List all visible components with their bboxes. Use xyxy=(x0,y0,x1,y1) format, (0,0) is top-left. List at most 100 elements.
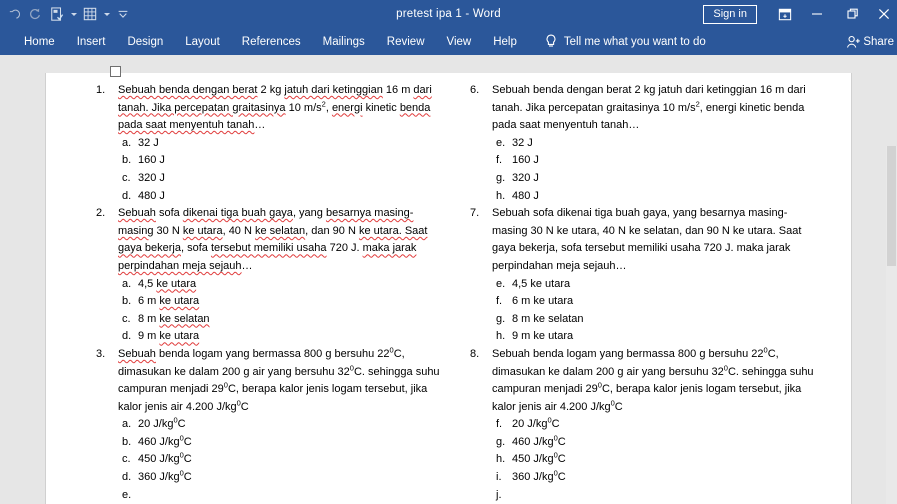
option-text: 460 J/kg0C xyxy=(512,433,566,448)
option-text: 320 J xyxy=(138,171,165,184)
option-letter: f. xyxy=(496,418,503,431)
option-letter: e. xyxy=(122,488,132,501)
question-body: Sebuah benda dengan berat 2 kg jatuh dar… xyxy=(492,82,817,205)
option-text: 160 J xyxy=(512,154,539,167)
sign-in-button[interactable]: Sign in xyxy=(703,4,757,24)
option-text: 32 J xyxy=(138,136,159,149)
tab-references[interactable]: References xyxy=(231,28,312,55)
option-letter: e. xyxy=(496,277,506,290)
tell-me-box[interactable]: Tell me what you want to do xyxy=(542,28,706,55)
option-letter: b. xyxy=(122,435,132,448)
option-letter: i. xyxy=(496,471,502,484)
option-text xyxy=(512,487,817,504)
tab-review[interactable]: Review xyxy=(376,28,436,55)
superscript: 2 xyxy=(321,98,326,108)
answer-option: b. 6 m ke utara xyxy=(118,293,443,311)
superscript: 0 xyxy=(597,380,602,390)
customize-quick-access-toolbar-icon[interactable] xyxy=(112,3,134,25)
option-letter: g. xyxy=(496,435,506,448)
question-column-left: 1. Sebuah benda dengan berat 2 kg jatuh d… xyxy=(96,82,443,504)
vertical-scrollbar-thumb[interactable] xyxy=(887,146,896,266)
option-letter: f. xyxy=(496,154,503,167)
document-canvas[interactable]: 1. Sebuah benda dengan berat 2 kg jatuh d… xyxy=(0,73,897,504)
document-page[interactable]: 1. Sebuah benda dengan berat 2 kg jatuh d… xyxy=(46,73,851,504)
misspelled-text: energi xyxy=(331,101,363,114)
option-letter: j. xyxy=(496,488,502,501)
tab-view[interactable]: View xyxy=(436,28,483,55)
option-letter: f. xyxy=(496,295,503,308)
misspelled-text: ke utara xyxy=(159,330,200,343)
answer-option: a. 20 J/kg0C xyxy=(118,416,443,434)
question-number: 6. xyxy=(470,84,480,96)
tab-design[interactable]: Design xyxy=(116,28,174,55)
option-letter: b. xyxy=(122,154,132,167)
superscript: 0 xyxy=(553,468,558,478)
answer-option: d. 9 m ke utara xyxy=(118,328,443,346)
question-number: 7. xyxy=(470,207,480,220)
tab-home[interactable]: Home xyxy=(13,28,66,55)
misspelled-text: ke selatan xyxy=(159,312,210,325)
option-letter: d. xyxy=(122,189,132,202)
option-text: 160 J xyxy=(138,154,165,167)
ribbon-tab-bar: Home Insert Design Layout References Mai… xyxy=(0,28,897,55)
table-icon[interactable] xyxy=(79,3,101,25)
redo-icon[interactable] xyxy=(24,3,46,25)
question-item: 6. Sebuah benda dengan berat 2 kg jatuh d… xyxy=(470,82,817,205)
option-text: 460 J/kg0C xyxy=(138,433,192,448)
tab-help[interactable]: Help xyxy=(482,28,528,55)
vertical-scrollbar[interactable] xyxy=(886,146,897,504)
answer-option: f. 20 J/kg0C xyxy=(492,416,817,434)
option-letter: e. xyxy=(496,136,506,149)
undo-icon[interactable] xyxy=(2,3,24,25)
question-stem: Sebuah benda dengan berat 2 kg jatuh dar… xyxy=(492,84,806,132)
answer-option: f. 6 m ke utara xyxy=(492,293,817,311)
share-person-icon xyxy=(843,28,863,55)
tab-insert[interactable]: Insert xyxy=(66,28,117,55)
question-stem: Sebuah sofa dikenai tiga buah gaya, yang… xyxy=(118,207,428,272)
save-as-icon[interactable] xyxy=(46,3,68,25)
misspelled-text: dikenai tiga buah gaya xyxy=(182,207,293,220)
question-stem: Sebuah benda logam yang bermassa 800 g b… xyxy=(492,345,814,413)
answer-option: f. 160 J xyxy=(492,152,817,170)
share-button[interactable]: Share xyxy=(843,28,897,55)
misspelled-text: ke utara xyxy=(159,295,200,308)
question-body: Sebuah sofa dikenai tiga buah gaya, yang… xyxy=(118,205,443,346)
answer-option: b. 460 J/kg0C xyxy=(118,434,443,452)
answer-options: a. 32 J b. 160 J c. 320 J d. 480 J xyxy=(118,135,443,205)
restore-icon[interactable] xyxy=(835,0,871,28)
title-bar: pretest ipa 1 - Word Sign in xyxy=(0,0,897,28)
tell-me-label: Tell me what you want to do xyxy=(563,35,706,48)
misspelled-text: tersebut memiliki usaha xyxy=(210,242,327,255)
superscript: 0 xyxy=(547,415,552,425)
minimize-icon[interactable] xyxy=(799,0,835,28)
misspelled-text: ke utara xyxy=(156,277,197,290)
question-number: 3. xyxy=(96,347,106,360)
option-letter: c. xyxy=(122,171,131,184)
answer-option: h. 9 m ke utara xyxy=(492,328,817,346)
misspelled-text: jatuh dari ketinggian xyxy=(284,84,383,96)
question-stem: Sebuah sofa dikenai tiga buah gaya, yang… xyxy=(492,207,802,272)
option-letter: a. xyxy=(122,277,132,290)
superscript: 0 xyxy=(173,415,178,425)
close-icon[interactable] xyxy=(871,0,897,28)
question-number: 2. xyxy=(96,207,106,220)
option-text: 320 J xyxy=(512,171,539,184)
save-as-dropdown-icon[interactable] xyxy=(68,3,79,25)
option-letter: h. xyxy=(496,453,506,466)
question-stem: Sebuah benda dengan berat 2 kg jatuh dar… xyxy=(118,84,432,132)
answer-option: c. 8 m ke selatan xyxy=(118,311,443,329)
tab-mailings[interactable]: Mailings xyxy=(312,28,376,55)
hanging-indent-handle[interactable] xyxy=(110,66,121,77)
tab-layout[interactable]: Layout xyxy=(174,28,231,55)
answer-option: j. xyxy=(492,487,817,504)
option-letter: a. xyxy=(122,418,132,431)
answer-options: a. 4,5 ke utara b. 6 m ke utara c. 8 m ke sel… xyxy=(118,276,443,346)
ribbon-display-options-icon[interactable] xyxy=(771,3,799,25)
question-number: 1. xyxy=(96,84,106,96)
table-dropdown-icon[interactable] xyxy=(101,3,112,25)
answer-option: e. xyxy=(118,487,443,504)
option-text: 450 J/kg0C xyxy=(138,450,192,466)
option-letter: h. xyxy=(496,189,506,202)
answer-option: c. 450 J/kg0C xyxy=(118,451,443,469)
option-text xyxy=(138,487,443,504)
